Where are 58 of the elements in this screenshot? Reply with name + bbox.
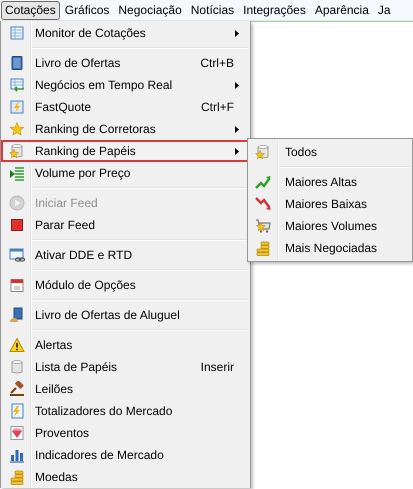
book-icon	[8, 55, 24, 71]
menu-bar-item[interactable]: Gráficos	[60, 0, 114, 20]
menu-bar-item[interactable]: Notícias	[186, 0, 238, 20]
menu-item[interactable]: Volume por Preço	[1, 162, 250, 184]
submenu-arrow-icon	[235, 82, 239, 88]
warning-icon	[8, 337, 24, 353]
lightning-icon	[8, 99, 24, 115]
trend-up-icon	[254, 174, 270, 190]
submenu-item[interactable]: Maiores Volumes	[248, 215, 412, 237]
menu-bar-item[interactable]: Integrações	[239, 0, 310, 20]
trend-down-icon	[254, 196, 270, 212]
menu-bar-item[interactable]: Negociação	[114, 0, 186, 20]
menu-item[interactable]: Parar Feed	[1, 214, 250, 236]
coins-icon	[8, 469, 24, 485]
submenu-item[interactable]: Mais Negociadas	[248, 237, 412, 259]
menu-bar-item[interactable]: Cotações	[1, 0, 60, 20]
submenu-item[interactable]: Maiores Baixas	[248, 193, 412, 215]
calendar-icon	[8, 277, 24, 293]
menu-item[interactable]: Moedas	[1, 466, 250, 488]
cart-star-icon	[254, 218, 270, 234]
gavel-icon	[8, 381, 24, 397]
menu-bar-item[interactable]: Ja	[374, 0, 395, 20]
menu-item[interactable]: Ranking de Papéis	[1, 140, 250, 162]
menu-item[interactable]: Negócios em Tempo Real	[1, 74, 250, 96]
gem-icon	[8, 425, 24, 441]
coins-icon	[254, 240, 270, 256]
cylinder-icon	[8, 359, 24, 375]
menu-item[interactable]: Proventos	[1, 422, 250, 444]
star-icon	[8, 121, 24, 137]
stop-icon	[8, 217, 24, 233]
menu-item[interactable]: Monitor de Cotações	[1, 22, 250, 44]
lines-icon	[8, 165, 24, 181]
table-icon	[8, 25, 24, 41]
menu-item[interactable]: Módulo de Opções	[1, 274, 250, 296]
menu-item[interactable]: Indicadores de Mercado	[1, 444, 250, 466]
menu-item[interactable]: Alertas	[1, 334, 250, 356]
submenu-arrow-icon	[235, 126, 239, 132]
cylinder-star-icon	[8, 143, 24, 159]
menu-item[interactable]: Leilões	[1, 378, 250, 400]
menu-item[interactable]: Ranking de Corretoras	[1, 118, 250, 140]
menu-item[interactable]: Lista de Papéis Inserir	[1, 356, 250, 378]
menu-bar-item[interactable]: Aparência	[310, 0, 373, 20]
menu-item[interactable]: Livro de Ofertas de Aluguel	[1, 304, 250, 326]
window-link-icon	[8, 247, 24, 263]
submenu-arrow-icon	[235, 30, 239, 36]
menu-item[interactable]: Totalizadores do Mercado	[1, 400, 250, 422]
table-arrow-icon	[8, 77, 24, 93]
menu-item[interactable]: Ativar DDE e RTD	[1, 244, 250, 266]
menu-item[interactable]: FastQuote Ctrl+F	[1, 96, 250, 118]
book-icon	[8, 307, 24, 323]
submenu-item[interactable]: Todos	[248, 141, 412, 163]
cylinder-star-icon	[254, 144, 270, 160]
menu-item[interactable]: Livro de Ofertas Ctrl+B	[1, 52, 250, 74]
submenu-arrow-icon	[235, 148, 239, 154]
bar-chart-icon	[8, 447, 24, 463]
submenu-item[interactable]: Maiores Altas	[248, 171, 412, 193]
play-icon	[8, 195, 24, 211]
document-lightning-icon	[8, 403, 24, 419]
